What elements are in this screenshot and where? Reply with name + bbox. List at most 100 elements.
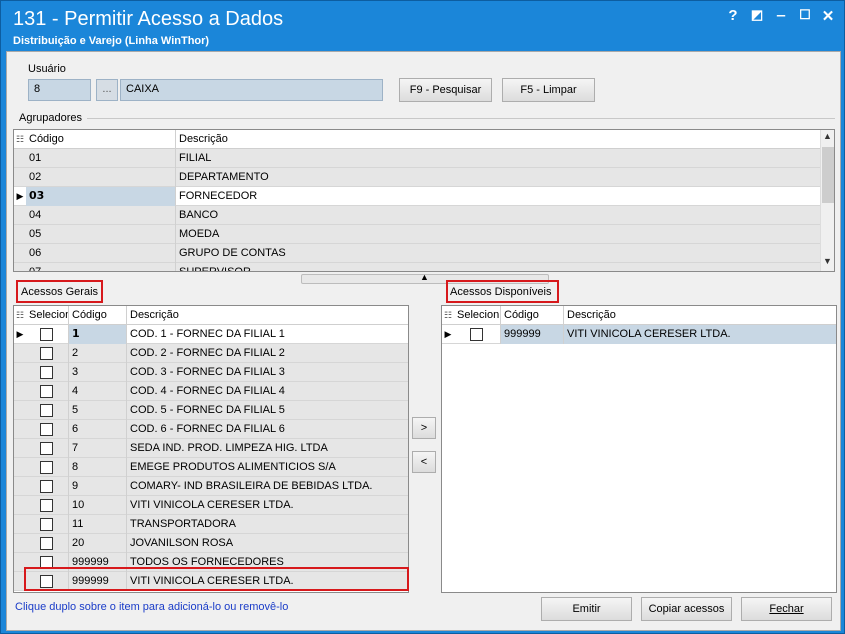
fechar-button[interactable]: Fechar	[741, 597, 832, 621]
select-checkbox[interactable]	[40, 404, 53, 417]
disponivel-select-cell	[454, 325, 501, 344]
col-sel-header[interactable]: Selecion	[454, 306, 501, 325]
emitir-button[interactable]: Emitir	[541, 597, 632, 621]
minimize-icon[interactable]: ‒	[771, 7, 791, 24]
restore-icon[interactable]: ◩	[747, 7, 767, 23]
geral-row[interactable]: 7 SEDA IND. PROD. LIMPEZA HIG. LTDA	[14, 439, 408, 458]
geral-select-cell	[26, 420, 69, 439]
column-chooser-icon[interactable]: ☷	[14, 130, 26, 149]
window-subtitle: Distribuição e Varejo (Linha WinThor)	[13, 35, 210, 47]
agrupadores-label: Agrupadores	[19, 112, 82, 124]
agrupador-row[interactable]: 05 MOEDA	[14, 225, 820, 244]
select-checkbox[interactable]	[40, 480, 53, 493]
column-chooser-icon[interactable]: ☷	[14, 306, 26, 325]
geral-descricao: COMARY- IND BRASILEIRA DE BEBIDAS LTDA.	[130, 480, 373, 492]
copiar-acessos-button[interactable]: Copiar acessos	[641, 597, 732, 621]
select-checkbox[interactable]	[40, 461, 53, 474]
select-checkbox[interactable]	[40, 518, 53, 531]
col-descricao-header[interactable]: Descrição	[176, 130, 820, 149]
agrupador-descricao: FORNECEDOR	[179, 190, 258, 202]
select-checkbox[interactable]	[40, 499, 53, 512]
row-indicator	[14, 420, 26, 439]
chevron-up-icon[interactable]: ▲	[420, 272, 429, 282]
geral-select-cell	[26, 477, 69, 496]
geral-row[interactable]: 6 COD. 6 - FORNEC DA FILIAL 6	[14, 420, 408, 439]
agrupador-row[interactable]: ▶ 03 FORNECEDOR	[14, 187, 820, 206]
select-checkbox[interactable]	[40, 385, 53, 398]
selected-row-highlight	[24, 567, 409, 591]
geral-descricao: COD. 6 - FORNEC DA FILIAL 6	[130, 423, 285, 435]
usuario-code-field[interactable]: 8	[28, 79, 91, 101]
usuario-lookup-button[interactable]: ...	[96, 79, 118, 101]
remove-access-button[interactable]: <	[412, 451, 436, 473]
maximize-icon[interactable]: ☐	[795, 7, 815, 23]
row-indicator	[14, 149, 26, 168]
scroll-down-icon[interactable]: ▼	[823, 256, 832, 266]
agrupador-codigo: 05	[26, 225, 176, 244]
col-codigo-header[interactable]: Código	[501, 306, 564, 325]
agrupador-codigo: 06	[26, 244, 176, 263]
agrupador-codigo: 01	[26, 149, 176, 168]
geral-row[interactable]: 10 VITI VINICOLA CERESER LTDA.	[14, 496, 408, 515]
gerais-grid: ☷ Selecion Código Descrição ▶ 1 COD. 1 - F…	[13, 305, 409, 593]
select-checkbox[interactable]	[40, 423, 53, 436]
col-codigo-header[interactable]: Código	[69, 306, 127, 325]
app-window: 131 - Permitir Acesso a Dados Distribuiç…	[0, 0, 845, 634]
geral-codigo: 4	[69, 382, 127, 401]
geral-row[interactable]: 4 COD. 4 - FORNEC DA FILIAL 4	[14, 382, 408, 401]
geral-codigo: 11	[69, 515, 127, 534]
geral-descricao: VITI VINICOLA CERESER LTDA.	[130, 499, 294, 511]
select-checkbox[interactable]	[470, 328, 483, 341]
geral-select-cell	[26, 534, 69, 553]
agrupadores-scrollbar[interactable]: ▲ ▼	[820, 130, 834, 271]
geral-select-cell	[26, 382, 69, 401]
agrupador-row[interactable]: 04 BANCO	[14, 206, 820, 225]
geral-row[interactable]: 8 EMEGE PRODUTOS ALIMENTICIOS S/A	[14, 458, 408, 477]
scroll-up-icon[interactable]: ▲	[823, 131, 832, 141]
agrupador-descricao: DEPARTAMENTO	[179, 171, 269, 183]
agrupador-row[interactable]: 02 DEPARTAMENTO	[14, 168, 820, 187]
row-indicator	[14, 244, 26, 263]
scroll-thumb[interactable]	[822, 147, 834, 203]
geral-row[interactable]: 5 COD. 5 - FORNEC DA FILIAL 5	[14, 401, 408, 420]
clear-button[interactable]: F5 - Limpar	[502, 78, 595, 102]
row-indicator	[14, 206, 26, 225]
agrupador-row[interactable]: 06 GRUPO DE CONTAS	[14, 244, 820, 263]
select-checkbox[interactable]	[40, 328, 53, 341]
select-checkbox[interactable]	[40, 537, 53, 550]
col-descricao-header[interactable]: Descrição	[127, 306, 408, 325]
gerais-label-highlight	[16, 280, 103, 303]
agrupadores-divider	[87, 118, 835, 119]
search-button[interactable]: F9 - Pesquisar	[399, 78, 492, 102]
geral-descricao: COD. 5 - FORNEC DA FILIAL 5	[130, 404, 285, 416]
geral-row[interactable]: 2 COD. 2 - FORNEC DA FILIAL 2	[14, 344, 408, 363]
col-descricao-header[interactable]: Descrição	[564, 306, 836, 325]
row-indicator	[14, 363, 26, 382]
close-icon[interactable]: ✕	[818, 7, 838, 25]
agrupador-codigo: 02	[26, 168, 176, 187]
select-checkbox[interactable]	[40, 442, 53, 455]
agrupador-descricao: BANCO	[179, 209, 219, 221]
add-access-button[interactable]: >	[412, 417, 436, 439]
disponivel-row[interactable]: ▶ 999999 VITI VINICOLA CERESER LTDA.	[442, 325, 836, 344]
geral-row[interactable]: 20 JOVANILSON ROSA	[14, 534, 408, 553]
disponivel-codigo: 999999	[501, 325, 564, 344]
agrupador-codigo: 03	[26, 187, 176, 206]
select-checkbox[interactable]	[40, 366, 53, 379]
help-icon[interactable]: ?	[723, 7, 743, 24]
geral-codigo: 2	[69, 344, 127, 363]
agrupador-row[interactable]: 01 FILIAL	[14, 149, 820, 168]
select-checkbox[interactable]	[40, 347, 53, 360]
col-sel-header[interactable]: Selecion	[26, 306, 69, 325]
geral-codigo: 6	[69, 420, 127, 439]
geral-row[interactable]: ▶ 1 COD. 1 - FORNEC DA FILIAL 1	[14, 325, 408, 344]
agrupador-codigo: 04	[26, 206, 176, 225]
row-indicator	[14, 382, 26, 401]
geral-row[interactable]: 9 COMARY- IND BRASILEIRA DE BEBIDAS LTDA.	[14, 477, 408, 496]
column-chooser-icon[interactable]: ☷	[442, 306, 454, 325]
geral-select-cell	[26, 363, 69, 382]
geral-row[interactable]: 3 COD. 3 - FORNEC DA FILIAL 3	[14, 363, 408, 382]
col-codigo-header[interactable]: Código	[26, 130, 176, 149]
geral-row[interactable]: 11 TRANSPORTADORA	[14, 515, 408, 534]
agrupador-row[interactable]: 07 SUPERVISOR	[14, 263, 820, 271]
